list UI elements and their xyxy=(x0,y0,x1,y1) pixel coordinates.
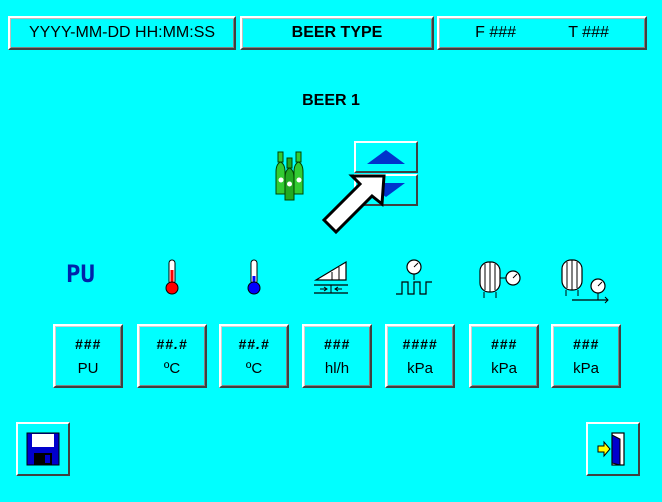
exit-button[interactable] xyxy=(586,422,640,476)
pressure-3-unit: kPa xyxy=(573,359,599,377)
datetime-display: YYYY-MM-DD HH:MM:SS xyxy=(8,16,236,50)
pressure-2-value: ### xyxy=(490,335,518,352)
screen-title: BEER TYPE xyxy=(240,16,434,50)
pressure-1-field[interactable]: #### kPa xyxy=(385,324,455,388)
flow-rate-icon xyxy=(313,260,348,294)
flow-rate-field[interactable]: ### hl/h xyxy=(302,324,372,388)
pu-value-field[interactable]: ### PU xyxy=(53,324,123,388)
flow-rate-unit: hl/h xyxy=(324,359,350,377)
pressure-3-field[interactable]: ### kPa xyxy=(551,324,621,388)
pu-icon-text: PU xyxy=(66,260,95,288)
tank-pressure-line-icon xyxy=(561,259,609,304)
pu-value: ### xyxy=(74,335,102,352)
temperature-2-unit: ºC xyxy=(245,359,263,377)
exit-door-icon xyxy=(597,432,625,466)
temperature-2-value: ##.# xyxy=(238,335,270,352)
bottles-icon xyxy=(275,151,304,201)
pu-icon: PU xyxy=(66,260,95,288)
pressure-1-value: #### xyxy=(402,335,438,352)
pressure-3-value: ### xyxy=(572,335,600,352)
scroll-up-button[interactable] xyxy=(354,141,418,173)
pressure-2-field[interactable]: ### kPa xyxy=(469,324,539,388)
flow-rate-value: ### xyxy=(323,335,351,352)
arrow-up-icon xyxy=(367,150,405,164)
f-value: F ### xyxy=(475,24,517,41)
pressure-pump-icon xyxy=(396,259,432,295)
temperature-2-field[interactable]: ##.# ºC xyxy=(219,324,289,388)
t-value: T ### xyxy=(568,24,609,41)
pressure-2-unit: kPa xyxy=(491,359,517,377)
tank-gauge-icon xyxy=(479,261,521,298)
temperature-1-value: ##.# xyxy=(156,335,188,352)
floppy-disk-icon xyxy=(26,432,60,466)
thermometer-red-icon xyxy=(165,259,179,295)
thermometer-blue-icon xyxy=(247,259,261,295)
beer-name: BEER 1 xyxy=(302,92,360,109)
pu-unit: PU xyxy=(77,359,99,377)
ft-display: F ### T ### xyxy=(437,16,647,50)
temperature-1-field[interactable]: ##.# ºC xyxy=(137,324,207,388)
save-button[interactable] xyxy=(16,422,70,476)
datetime-text: YYYY-MM-DD HH:MM:SS xyxy=(28,24,216,41)
screen-title-text: BEER TYPE xyxy=(291,24,383,41)
pointer-cursor-icon xyxy=(321,174,386,235)
temperature-1-unit: ºC xyxy=(163,359,181,377)
pressure-1-unit: kPa xyxy=(407,359,433,377)
